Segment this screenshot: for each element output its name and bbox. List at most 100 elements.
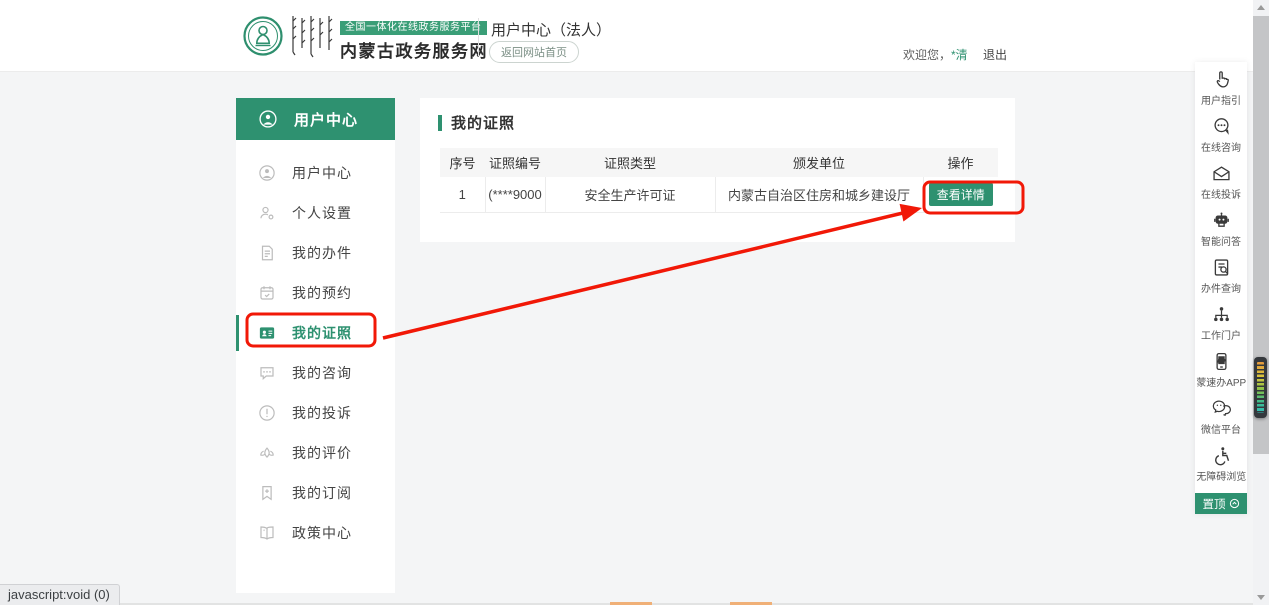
id-card-icon [258, 324, 276, 342]
browser-scrollbar[interactable] [1253, 0, 1269, 605]
col-header-action: 操作 [923, 148, 998, 177]
rp-item-online-complaint[interactable]: 在线投诉 [1195, 163, 1247, 210]
rp-item-label: 用户指引 [1201, 93, 1241, 107]
sidebar-item-my-subscriptions[interactable]: 我的订阅 [236, 473, 395, 513]
my-certificates-panel: 我的证照 序号 证照编号 证照类型 颁发单位 操作 1 (****9000 安全… [420, 98, 1015, 242]
rp-item-wechat-platform[interactable]: 微信平台 [1195, 398, 1247, 445]
robot-icon [1211, 210, 1232, 231]
sidebar-item-label: 我的证照 [292, 323, 352, 343]
circle-up-icon [1229, 498, 1240, 509]
col-header-cert-no: 证照编号 [485, 148, 545, 177]
sidebar-item-user-center[interactable]: 用户中心 [236, 153, 395, 193]
rp-item-mengsuban-app[interactable]: APP 蒙速办APP [1195, 351, 1247, 398]
logout-link[interactable]: 退出 [983, 48, 1007, 62]
sidebar-item-personal-settings[interactable]: 个人设置 [236, 193, 395, 233]
sidebar-item-label: 我的评价 [292, 443, 352, 463]
person-settings-icon [258, 204, 276, 222]
document-icon [258, 244, 276, 262]
section-title: 我的证照 [438, 112, 515, 133]
scroll-up-arrow-icon[interactable] [1257, 5, 1265, 10]
app-phone-icon: APP [1211, 351, 1232, 372]
right-quick-panel: 用户指引 在线咨询 在线投诉 智能问答 办件查询 工作门户 APP 蒙速办APP [1195, 62, 1247, 514]
table-header-row: 序号 证照编号 证照类型 颁发单位 操作 [440, 148, 998, 177]
top-header: 全国一体化在线政务服务平台 内蒙古政务服务网 用户中心（法人） 返回网站首页 欢… [0, 0, 1253, 72]
cell-action: 查看详情 [923, 177, 998, 212]
sidebar-item-label: 我的订阅 [292, 483, 352, 503]
rp-item-label: 智能问答 [1201, 234, 1241, 248]
rp-item-case-query[interactable]: 办件查询 [1195, 257, 1247, 304]
col-header-seq: 序号 [440, 148, 485, 177]
rp-item-label: 在线投诉 [1201, 187, 1241, 201]
sidebar-item-label: 政策中心 [292, 523, 352, 543]
sidebar-item-my-appointments[interactable]: 我的预约 [236, 273, 395, 313]
welcome-prefix: 欢迎您， [903, 48, 951, 62]
mongolian-script-decoration [288, 13, 336, 61]
back-home-button[interactable]: 返回网站首页 [489, 41, 579, 63]
cell-seq: 1 [440, 177, 485, 212]
sidebar-item-label: 用户中心 [292, 163, 352, 183]
sitemap-icon [1211, 304, 1232, 325]
rp-item-label: 蒙速办APP [1196, 375, 1246, 389]
cell-cert-no: (****9000 [485, 177, 545, 212]
sidebar-item-my-reviews[interactable]: 我的评价 [236, 433, 395, 473]
col-header-cert-type: 证照类型 [545, 148, 715, 177]
certificates-table: 序号 证照编号 证照类型 颁发单位 操作 1 (****9000 安全生产许可证… [440, 148, 998, 213]
rp-item-work-portal[interactable]: 工作门户 [1195, 304, 1247, 351]
header-divider [478, 18, 479, 56]
cell-cert-type: 安全生产许可证 [545, 177, 715, 212]
back-to-top-button[interactable]: 置顶 [1195, 493, 1247, 514]
sidebar-item-label: 我的投诉 [292, 403, 352, 423]
table-row: 1 (****9000 安全生产许可证 内蒙古自治区住房和城乡建设厅 查看详情 [440, 177, 998, 212]
hand-pointer-icon [1211, 69, 1232, 90]
sidebar-item-label: 我的咨询 [292, 363, 352, 383]
scroll-down-arrow-icon[interactable] [1257, 595, 1265, 600]
rp-item-label: 微信平台 [1201, 422, 1241, 436]
rp-item-accessibility[interactable]: 无障碍浏览 [1195, 445, 1247, 492]
accessibility-icon [1211, 445, 1232, 466]
sidebar-header: 用户中心 [236, 98, 395, 140]
left-sidebar: 用户中心 用户中心 个人设置 我的办件 我的预约 我的证照 [236, 98, 395, 593]
chat-icon [258, 364, 276, 382]
sidebar-menu: 用户中心 个人设置 我的办件 我的预约 我的证照 我的咨询 [236, 140, 395, 553]
sidebar-item-label: 个人设置 [292, 203, 352, 223]
alert-icon [258, 404, 276, 422]
rp-item-label: 工作门户 [1201, 328, 1241, 342]
sidebar-item-label: 我的预约 [292, 283, 352, 303]
rp-item-label: 无障碍浏览 [1196, 469, 1246, 483]
sidebar-item-my-consultations[interactable]: 我的咨询 [236, 353, 395, 393]
browser-status-bubble: javascript:void (0) [0, 584, 120, 605]
sidebar-item-my-items[interactable]: 我的办件 [236, 233, 395, 273]
complaint-letter-icon [1211, 163, 1232, 184]
sidebar-item-label: 我的办件 [292, 243, 352, 263]
platform-badge: 全国一体化在线政务服务平台 [340, 21, 487, 35]
sidebar-item-policy-center[interactable]: 政策中心 [236, 513, 395, 553]
user-icon [258, 164, 276, 182]
sidebar-item-my-certificates[interactable]: 我的证照 [236, 313, 395, 353]
sidebar-selected-accent [236, 315, 239, 351]
doc-search-icon [1211, 257, 1232, 278]
svg-text:APP: APP [1217, 359, 1225, 363]
user-circle-icon [258, 109, 278, 129]
annotation-overlay [0, 0, 1269, 605]
rp-item-user-guide[interactable]: 用户指引 [1195, 69, 1247, 116]
cell-issuer: 内蒙古自治区住房和城乡建设厅 [715, 177, 923, 212]
page-title: 用户中心（法人） [491, 19, 611, 40]
extension-meter-widget [1254, 357, 1267, 418]
wechat-icon [1211, 398, 1232, 419]
policy-book-icon [258, 524, 276, 542]
site-name: 内蒙古政务服务网 [340, 37, 488, 62]
rp-item-smart-qa[interactable]: 智能问答 [1195, 210, 1247, 257]
col-header-issuer: 颁发单位 [715, 148, 923, 177]
username[interactable]: *清 [951, 48, 968, 62]
bookmark-icon [258, 484, 276, 502]
rp-item-label: 在线咨询 [1201, 140, 1241, 154]
welcome-bar: 欢迎您，*清 退出 [903, 46, 1007, 63]
calendar-icon [258, 284, 276, 302]
site-emblem-icon [243, 16, 283, 56]
page: 全国一体化在线政务服务平台 内蒙古政务服务网 用户中心（法人） 返回网站首页 欢… [0, 0, 1269, 605]
view-details-button[interactable]: 查看详情 [929, 183, 993, 206]
sidebar-item-my-complaints[interactable]: 我的投诉 [236, 393, 395, 433]
rp-item-online-consult[interactable]: 在线咨询 [1195, 116, 1247, 163]
level-meter-icon [1257, 362, 1264, 413]
section-title-bar [438, 115, 442, 131]
